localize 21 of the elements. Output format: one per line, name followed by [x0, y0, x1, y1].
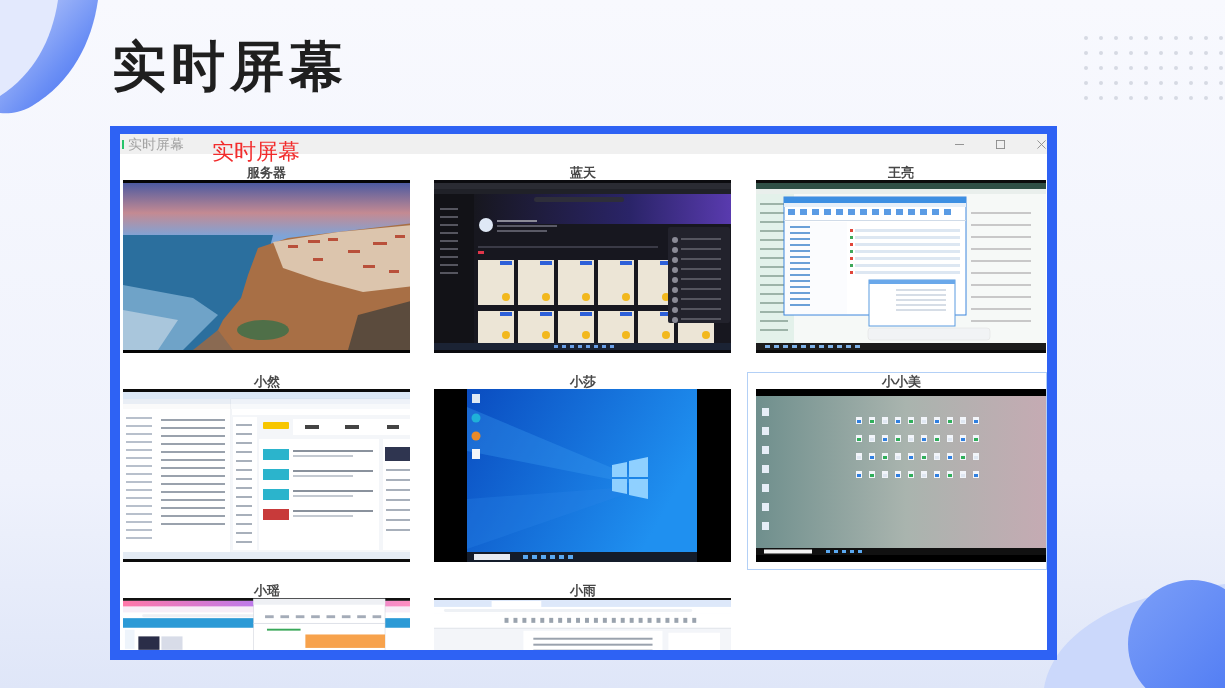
screen-name: 王亮	[888, 166, 914, 180]
screen-tile[interactable]: 服务器	[120, 163, 418, 361]
window-heading: 实时屏幕	[212, 141, 300, 163]
screen-name: 服务器	[247, 166, 286, 180]
close-icon[interactable]	[1037, 139, 1046, 149]
screen-tile[interactable]: 小瑶	[120, 581, 418, 650]
screen-name: 小瑶	[253, 584, 280, 598]
screen-tile[interactable]: 王亮	[747, 163, 1047, 361]
maximize-icon[interactable]	[996, 139, 1005, 149]
screen-name: 小雨	[569, 584, 596, 598]
screen-tile[interactable]: 小雨	[425, 581, 740, 650]
screen-tile[interactable]: 小然	[120, 372, 418, 570]
screen-name: 蓝天	[569, 166, 596, 180]
window-title: 实时屏幕	[128, 136, 184, 152]
screen-name: 小小美	[881, 375, 921, 389]
screen-tile[interactable]: 小小美	[747, 372, 1047, 570]
slide-title: 实时屏幕	[112, 40, 348, 94]
screen-tile[interactable]: 小莎	[425, 372, 740, 570]
screen-name: 小莎	[569, 375, 596, 389]
screen-tile[interactable]: 蓝天	[425, 163, 740, 361]
screen-name: 小然	[253, 375, 280, 389]
